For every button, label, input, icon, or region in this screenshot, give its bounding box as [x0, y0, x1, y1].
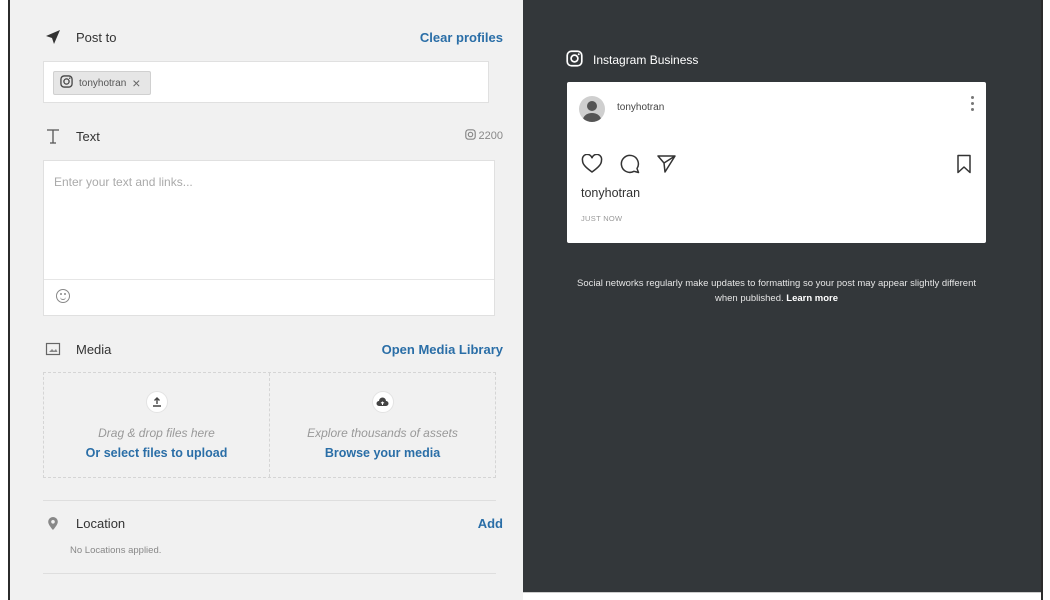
instagram-icon	[60, 75, 73, 91]
location-divider-bottom	[43, 573, 496, 574]
cloud-icon	[371, 391, 394, 413]
text-editor	[43, 160, 495, 316]
post-actions	[581, 153, 677, 179]
text-icon	[42, 127, 64, 145]
post-preview-card: tonyhotran tonyhotran JUST NOW	[567, 82, 986, 243]
location-divider-top	[43, 500, 496, 501]
preview-network-label: Instagram Business	[593, 53, 699, 67]
preview-timestamp: JUST NOW	[581, 214, 623, 223]
share-icon[interactable]	[656, 154, 677, 179]
profile-chip[interactable]: tonyhotran ×	[53, 71, 152, 95]
instagram-icon	[566, 50, 583, 70]
preview-username: tonyhotran	[617, 102, 665, 113]
avatar	[579, 96, 605, 122]
clear-profiles-button[interactable]: Clear profiles	[420, 30, 503, 45]
media-dropzone[interactable]: Drag & drop files here Or select files t…	[43, 372, 496, 478]
more-options-icon[interactable]	[970, 96, 974, 114]
post-to-label: Post to	[76, 29, 117, 45]
post-text-input[interactable]	[44, 161, 494, 280]
upload-area[interactable]: Drag & drop files here Or select files t…	[44, 373, 269, 477]
image-icon	[42, 341, 64, 357]
location-empty-text: No Locations applied.	[70, 545, 162, 556]
send-icon	[42, 29, 64, 45]
browse-media-link[interactable]: Browse your media	[325, 446, 440, 460]
upload-icon	[145, 391, 168, 413]
disclaimer-text: Social networks regularly make updates t…	[576, 278, 977, 304]
preview-caption-username: tonyhotran	[581, 186, 641, 200]
preview-panel: Instagram Business tonyhotran tonyhotran…	[523, 0, 1041, 592]
profile-selector[interactable]: tonyhotran ×	[43, 61, 489, 103]
post-to-header: Post to Clear profiles	[42, 25, 503, 49]
media-label: Media	[76, 341, 112, 357]
bookmark-icon[interactable]	[956, 154, 972, 179]
explore-area[interactable]: Explore thousands of assets Browse your …	[269, 373, 495, 477]
text-label: Text	[76, 128, 100, 144]
text-header: Text 2200	[42, 124, 503, 148]
comment-icon[interactable]	[619, 154, 640, 179]
heart-icon[interactable]	[581, 153, 603, 179]
open-media-library-button[interactable]: Open Media Library	[382, 342, 503, 357]
learn-more-link[interactable]: Learn more	[786, 293, 838, 304]
add-location-button[interactable]: Add	[478, 516, 503, 531]
composer-window: Post to Clear profiles tonyhotran × Text	[8, 0, 1043, 600]
preview-network-header: Instagram Business	[566, 50, 698, 70]
location-label: Location	[76, 515, 126, 531]
bottom-edge	[523, 592, 1041, 600]
char-limit: 2200	[464, 129, 503, 143]
instagram-icon	[464, 129, 476, 143]
compose-panel: Post to Clear profiles tonyhotran × Text	[10, 0, 523, 600]
emoji-icon[interactable]	[56, 289, 70, 303]
select-files-link[interactable]: Or select files to upload	[86, 446, 228, 460]
media-header: Media Open Media Library	[42, 337, 503, 361]
char-limit-value: 2200	[478, 130, 503, 142]
location-pin-icon	[42, 516, 64, 531]
profile-chip-name: tonyhotran	[79, 77, 127, 89]
explore-hint: Explore thousands of assets	[307, 426, 458, 440]
upload-hint: Drag & drop files here	[98, 426, 215, 440]
location-header: Location Add	[42, 511, 503, 535]
close-icon[interactable]: ×	[132, 76, 140, 90]
formatting-disclaimer: Social networks regularly make updates t…	[567, 276, 986, 306]
